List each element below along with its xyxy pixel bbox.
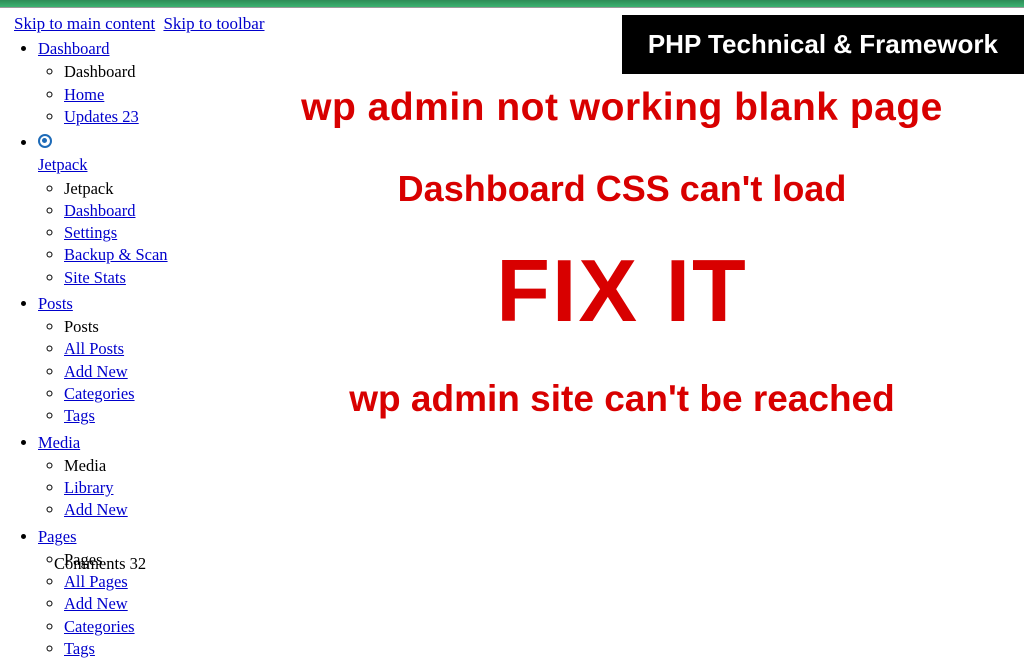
submenu-item: Jetpack — [64, 178, 1024, 200]
submenu-item: Settings — [64, 222, 1024, 244]
submenu-link[interactable]: Home — [64, 85, 104, 104]
submenu: PagesAll Pages Add New Categories Tags — [38, 549, 1024, 660]
submenu-link[interactable]: Add New — [64, 500, 128, 519]
admin-menu: DashboardDashboardHomeUpdates 23JetpackJ… — [0, 36, 1024, 660]
submenu-item: Media — [64, 455, 1024, 477]
submenu-item: Add New — [64, 361, 1024, 383]
submenu-item: Categories — [64, 383, 1024, 405]
submenu-item: Add New — [64, 593, 1024, 615]
submenu-item: Dashboard — [64, 200, 1024, 222]
menu-section-link[interactable]: Jetpack — [38, 155, 87, 174]
submenu-link[interactable]: Library — [64, 478, 113, 497]
submenu-item: Tags — [64, 638, 1024, 660]
submenu-label: Posts — [64, 317, 99, 336]
submenu-link[interactable]: Dashboard — [64, 201, 135, 220]
submenu-link[interactable]: Site Stats — [64, 268, 126, 287]
submenu-link[interactable]: Tags — [64, 639, 95, 658]
submenu: Media Library Add New — [38, 455, 1024, 522]
menu-cutoff-item: Comments 32 — [54, 554, 146, 574]
submenu-link[interactable]: Categories — [64, 384, 135, 403]
submenu-link[interactable]: Tags — [64, 406, 95, 425]
submenu-item: Categories — [64, 616, 1024, 638]
submenu-item: All Pages — [64, 571, 1024, 593]
submenu-label: Media — [64, 456, 106, 475]
skip-toolbar-link[interactable]: Skip to toolbar — [163, 14, 264, 33]
submenu-link[interactable]: Add New — [64, 362, 128, 381]
submenu-link[interactable]: Categories — [64, 617, 135, 636]
submenu-link[interactable]: All Posts — [64, 339, 124, 358]
submenu-label: Dashboard — [64, 62, 135, 81]
menu-section-link[interactable]: Dashboard — [38, 39, 109, 58]
jetpack-icon — [38, 134, 52, 148]
skip-links: Skip to main content Skip to toolbar — [0, 8, 1024, 36]
submenu-item: All Posts — [64, 338, 1024, 360]
skip-main-link[interactable]: Skip to main content — [14, 14, 155, 33]
submenu-item: Site Stats — [64, 267, 1024, 289]
submenu: Dashboard Home Updates 23 — [38, 61, 1024, 128]
menu-section-link[interactable]: Pages — [38, 527, 77, 546]
submenu-item: Dashboard — [64, 61, 1024, 83]
submenu: Posts All Posts Add New Categories Tags — [38, 316, 1024, 427]
menu-section: Dashboard Dashboard Home Updates 23 — [38, 38, 1024, 128]
submenu-label: Jetpack — [64, 179, 113, 198]
submenu: Jetpack Dashboard Settings Backup & Scan Sit… — [38, 178, 1024, 289]
submenu-item: Tags — [64, 405, 1024, 427]
submenu-link[interactable]: Updates 23 — [64, 107, 139, 126]
submenu-link[interactable]: Backup & Scan — [64, 245, 168, 264]
menu-section: Posts Posts All Posts Add New Categories Tags — [38, 293, 1024, 428]
menu-section-link[interactable]: Posts — [38, 294, 73, 313]
menu-section: PagesPagesAll PagesAdd NewCategoriesTags — [38, 526, 1024, 660]
submenu-item: Posts — [64, 316, 1024, 338]
submenu-item: Pages — [64, 549, 1024, 571]
submenu-item: Home — [64, 84, 1024, 106]
submenu-item: Library — [64, 477, 1024, 499]
menu-section-link[interactable]: Media — [38, 433, 80, 452]
submenu-item: Add New — [64, 499, 1024, 521]
submenu-item: Updates 23 — [64, 106, 1024, 128]
window-top-bar — [0, 0, 1024, 8]
menu-section: Jetpack Jetpack Dashboard Settings Backup & … — [38, 132, 1024, 289]
submenu-link[interactable]: Add New — [64, 594, 128, 613]
submenu-link[interactable]: All Pages — [64, 572, 128, 591]
submenu-link[interactable]: Settings — [64, 223, 117, 242]
submenu-item: Backup & Scan — [64, 244, 1024, 266]
menu-section: Media Media Library Add New — [38, 432, 1024, 522]
